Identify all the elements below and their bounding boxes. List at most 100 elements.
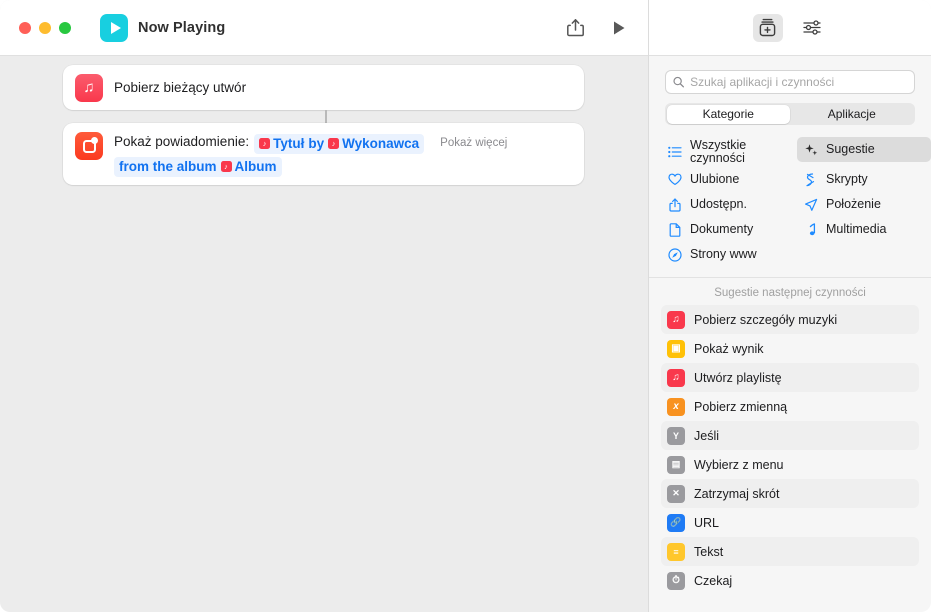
- tab-aplikacje[interactable]: Aplikacje: [790, 105, 914, 124]
- action-library-icon[interactable]: [752, 13, 783, 42]
- titlebar-actions: [567, 18, 626, 37]
- category-label: Położenie: [826, 196, 881, 211]
- share-icon: [667, 197, 682, 212]
- action-label: Pokaż powiadomienie:: [114, 134, 250, 149]
- list-item[interactable]: ≡ Tekst: [661, 537, 919, 566]
- search-icon: [673, 76, 685, 88]
- library-toolbar: [649, 0, 931, 56]
- category-polozenie[interactable]: Położenie: [797, 192, 931, 217]
- category-label: Skrypty: [826, 171, 868, 186]
- search-container: [649, 56, 931, 94]
- media-play-icon: [100, 13, 128, 42]
- search-input[interactable]: [690, 75, 907, 89]
- close-button[interactable]: [19, 21, 31, 34]
- category-label: Ulubione: [690, 171, 740, 186]
- library-pane: Kategorie Aplikacje Wszystkie czynności: [648, 0, 931, 612]
- play-icon[interactable]: [612, 20, 626, 36]
- resize-handle[interactable]: [919, 600, 929, 610]
- minimize-button[interactable]: [39, 21, 51, 34]
- sparkles-icon: [803, 143, 818, 157]
- branch-icon: Y: [667, 426, 685, 445]
- notification-body-field-line2[interactable]: from the album ♪ Album: [114, 157, 282, 177]
- location-arrow-icon: [803, 198, 818, 212]
- editor-pane: Now Playing ♫ Pobierz bieżący utwór Poka…: [0, 0, 648, 612]
- category-label: Udostępn.: [690, 196, 747, 211]
- music-note-icon: ♫: [667, 368, 685, 387]
- action-title: Pobierz bieżący utwór: [114, 79, 247, 95]
- category-label: Strony www: [690, 246, 757, 261]
- variable-token-artist: ♪ Wykonawca: [328, 135, 419, 152]
- list-item-label: Utwórz playlistę: [694, 370, 782, 385]
- list-item-label: Pokaż wynik: [694, 341, 764, 356]
- category-skrypty[interactable]: Skrypty: [797, 167, 931, 192]
- music-variable-icon: ♪: [259, 138, 271, 149]
- stop-icon: ✕: [667, 484, 685, 503]
- category-label: Dokumenty: [690, 221, 754, 236]
- token-text-from-album: from the album: [119, 159, 217, 174]
- list-item[interactable]: ▤ Wybierz z menu: [661, 450, 919, 479]
- list-item-label: URL: [694, 515, 720, 530]
- list-item[interactable]: ♫ Utwórz playlistę: [661, 363, 919, 392]
- list-item[interactable]: ▣ Pokaż wynik: [661, 334, 919, 363]
- list-item[interactable]: ⏱ Czekaj: [661, 566, 919, 595]
- list-item[interactable]: ♫ Pobierz szczegóły muzyki: [661, 305, 919, 334]
- token-text-by: by: [308, 136, 325, 151]
- action-card-get-current-song[interactable]: ♫ Pobierz bieżący utwór: [63, 65, 584, 110]
- list-item[interactable]: 🔗 URL: [661, 508, 919, 537]
- suggestions-list: ♫ Pobierz szczegóły muzyki ▣ Pokaż wynik…: [649, 305, 931, 595]
- menu-icon: ▤: [667, 455, 685, 474]
- music-variable-icon: ♪: [328, 138, 340, 149]
- shortcuts-window: Now Playing ♫ Pobierz bieżący utwór Poka…: [0, 0, 931, 612]
- document-icon: [667, 222, 682, 237]
- list-icon: [667, 146, 682, 158]
- link-icon: 🔗: [667, 513, 685, 532]
- suggestions-header: Sugestie następnej czynności: [714, 287, 866, 299]
- list-item[interactable]: ✕ Zatrzymaj skrót: [661, 479, 919, 508]
- category-wszystkie-czynnosci[interactable]: Wszystkie czynności: [661, 137, 795, 167]
- category-strony-www[interactable]: Strony www: [661, 242, 795, 267]
- action-card-show-notification[interactable]: Pokaż powiadomienie: ♪ Tytuł by ♪ Wykona…: [63, 123, 584, 185]
- category-ulubione[interactable]: Ulubione: [661, 167, 795, 192]
- show-more-button[interactable]: Pokaż więcej: [440, 133, 507, 153]
- action-connector-line: [325, 110, 327, 123]
- notification-icon: [75, 132, 103, 160]
- category-dokumenty[interactable]: Dokumenty: [661, 217, 795, 242]
- category-udostepnianie[interactable]: Udostępn.: [661, 192, 795, 217]
- page-title: Now Playing: [138, 19, 226, 36]
- music-note-icon: ♫: [75, 73, 103, 102]
- music-note-icon: ♫: [667, 310, 685, 329]
- list-item-label: Jeśli: [694, 428, 720, 443]
- list-item-label: Wybierz z menu: [694, 457, 784, 472]
- compass-icon: [667, 247, 682, 262]
- category-multimedia[interactable]: Multimedia: [797, 217, 931, 242]
- tab-aplikacje-label: Aplikacje: [827, 107, 876, 121]
- list-item-label: Pobierz zmienną: [694, 399, 788, 414]
- list-item-label: Zatrzymaj skrót: [694, 486, 780, 501]
- notification-body-field[interactable]: ♪ Tytuł by ♪ Wykonawca: [254, 134, 425, 154]
- variable-icon: x: [667, 397, 685, 416]
- tab-kategorie[interactable]: Kategorie: [666, 104, 790, 124]
- list-item-label: Pobierz szczegóły muzyki: [694, 312, 838, 327]
- clock-icon: ⏱: [667, 571, 685, 590]
- list-item[interactable]: Y Jeśli: [661, 421, 919, 450]
- search-box[interactable]: [665, 70, 915, 94]
- share-icon[interactable]: [567, 18, 584, 37]
- workflow-canvas: ♫ Pobierz bieżący utwór Pokaż powiadomie…: [0, 56, 648, 612]
- tab-kategorie-label: Kategorie: [702, 107, 754, 121]
- music-note-icon: [803, 222, 818, 237]
- music-variable-icon: ♪: [220, 161, 232, 172]
- quick-look-icon: ▣: [667, 339, 685, 358]
- category-label: Multimedia: [826, 221, 887, 236]
- zoom-button[interactable]: [59, 21, 71, 34]
- text-icon: ≡: [667, 542, 685, 561]
- library-segmented-control[interactable]: Kategorie Aplikacje: [665, 103, 915, 125]
- list-item-label: Tekst: [694, 544, 724, 559]
- list-item[interactable]: x Pobierz zmienną: [661, 392, 919, 421]
- variable-token-title: ♪ Tytuł: [259, 135, 304, 152]
- category-sugestie[interactable]: Sugestie: [797, 137, 931, 162]
- category-label: Wszystkie czynności: [690, 137, 747, 165]
- category-label: Sugestie: [826, 141, 875, 156]
- traffic-lights: [19, 21, 71, 34]
- sliders-icon[interactable]: [798, 14, 828, 42]
- script-icon: [803, 172, 818, 187]
